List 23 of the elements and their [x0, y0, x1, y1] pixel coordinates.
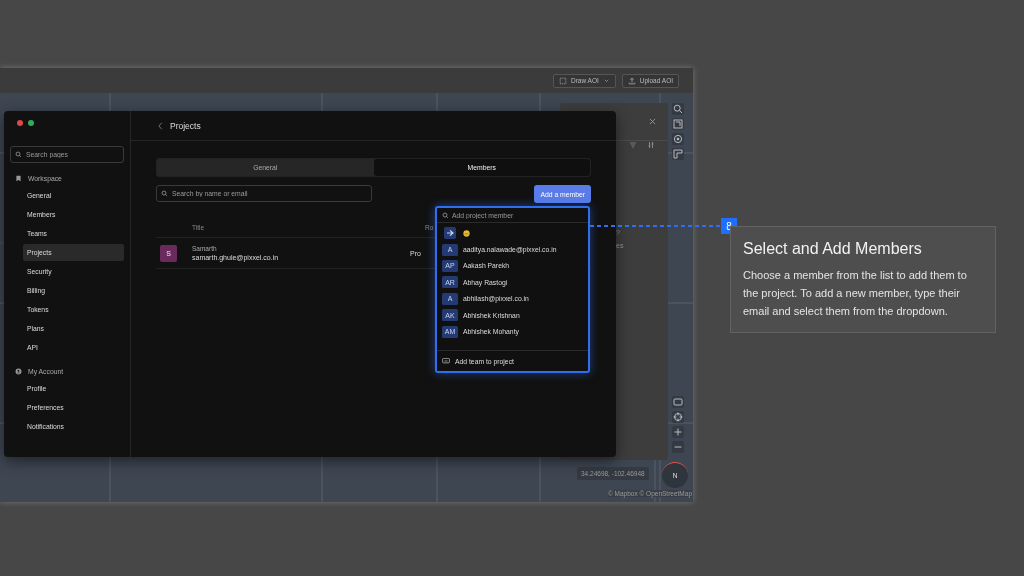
callout-text: Choose a member from the list to add them to the project. To add a new member, type their email and select them from the dropdown.	[743, 268, 968, 319]
emoji-icon[interactable]	[463, 229, 470, 237]
search-icon[interactable]	[672, 103, 684, 115]
upload-icon	[627, 76, 636, 85]
screenshot-icon[interactable]	[672, 396, 684, 408]
zoom-in-icon[interactable]	[672, 426, 684, 438]
frame-icon[interactable]	[672, 118, 684, 130]
page-title: Projects	[170, 120, 201, 131]
draw-area-icon	[558, 76, 567, 85]
maximize-dot[interactable]	[28, 120, 34, 126]
back-icon[interactable]	[158, 121, 163, 130]
search-icon	[161, 190, 168, 197]
bookmark-icon	[15, 174, 22, 182]
search-icon	[15, 151, 22, 158]
caret-icon	[602, 77, 610, 84]
user-icon	[15, 367, 22, 375]
search-icon	[442, 212, 449, 219]
team-icon	[442, 358, 450, 364]
zoom-out-icon[interactable]	[672, 441, 684, 453]
callout-title: Select and Add Members	[743, 240, 923, 258]
locate-icon[interactable]	[672, 411, 684, 423]
close-dot[interactable]	[17, 120, 23, 126]
close-icon[interactable]	[649, 118, 656, 125]
